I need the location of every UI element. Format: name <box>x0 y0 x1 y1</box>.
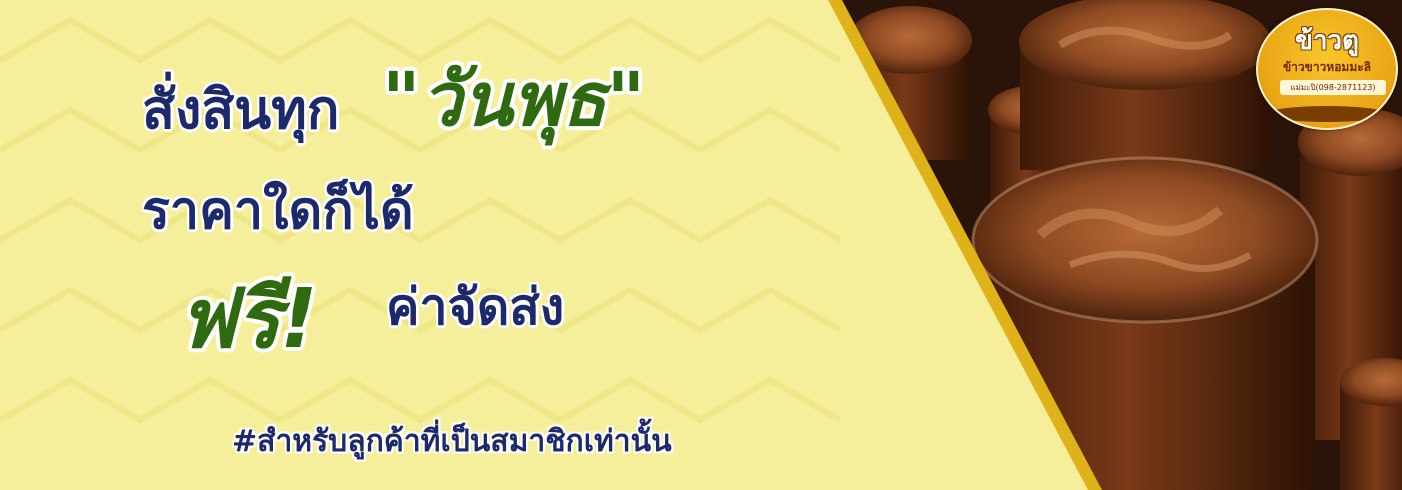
members-only-note: #สำหรับลูกค้าที่เป็นสมาชิกเท่านั้น <box>232 424 672 459</box>
headline-line2: ราคาใดก็ได้ <box>142 181 414 241</box>
logo-subtitle: ข้าวขาวหอมมะลิ <box>1282 60 1372 74</box>
logo-ribbon <box>1266 106 1388 122</box>
promo-banner: สั่งสินทุก "วันพุธ" ราคาใดก็ได้ ฟรี! ค่า… <box>0 0 1402 490</box>
logo-phone: แม่มะปิ(098-2871123) <box>1280 80 1386 95</box>
headline-shipping: ค่าจัดส่ง <box>386 278 565 336</box>
brand-logo: ข้าวตู ข้าวขาวหอมมะลิ แม่มะปิ(098-287112… <box>1256 8 1398 130</box>
headline-wednesday: "วันพุธ" <box>382 57 646 143</box>
logo-title: ข้าวตู <box>1295 26 1359 56</box>
headline-line1: สั่งสินทุก <box>142 78 340 141</box>
headline-free: ฟรี! <box>178 272 318 367</box>
